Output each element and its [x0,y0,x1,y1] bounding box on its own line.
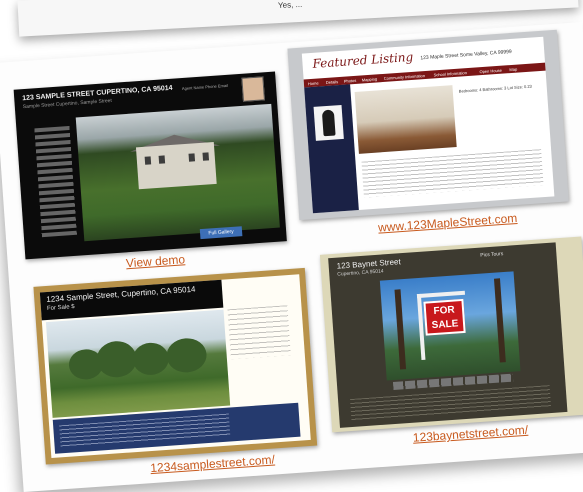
house-window [144,156,152,165]
website-screenshot-4: 123 Baynet Street Cupertino, CA 95014 Pi… [319,236,583,433]
house-facade [135,141,217,190]
house-window [158,155,166,164]
site1-agent-info: Agent Name Phone Email [181,82,229,92]
site3-side-links [227,305,291,360]
sample-street-link[interactable]: 1234samplestreet.com/ [150,452,275,475]
site2-sidebar [304,84,359,214]
house-window [202,152,210,161]
brochure-sheet: 123 SAMPLE STREET CUPERTINO, CA 95014 Sa… [0,21,583,492]
site1-side-menu [24,125,82,241]
website-screenshot-1: 123 SAMPLE STREET CUPERTINO, CA 95014 Sa… [13,71,287,260]
nav-item[interactable]: Home [308,80,319,86]
nav-item[interactable]: Mapping [362,76,378,82]
nav-item[interactable]: Map [509,67,517,73]
interior-photo [354,85,457,154]
website-screenshot-2: Featured Listing 123 Maple Street Some V… [287,29,569,221]
nav-item[interactable]: Photos [344,78,357,84]
website-screenshot-3: 1234 Sample Street, Cupertino, CA 95014 … [33,267,318,465]
agent-photo [241,76,265,102]
for-sale-sign: FOR SALE [423,298,466,336]
agent-silhouette [321,109,336,137]
baynet-street-link[interactable]: 123baynetstreet.com/ [412,423,528,445]
nav-item[interactable]: Open House [479,68,502,75]
house-window [188,153,196,162]
maple-street-link[interactable]: www.123MapleStreet.com [378,211,518,235]
top-text-fragment: Yes, ... [277,0,303,11]
full-gallery-button[interactable]: Full Gallery [199,226,243,240]
view-demo-link[interactable]: View demo [126,252,186,270]
nav-item[interactable]: School Information [433,70,467,77]
nav-item[interactable]: Details [326,79,339,85]
